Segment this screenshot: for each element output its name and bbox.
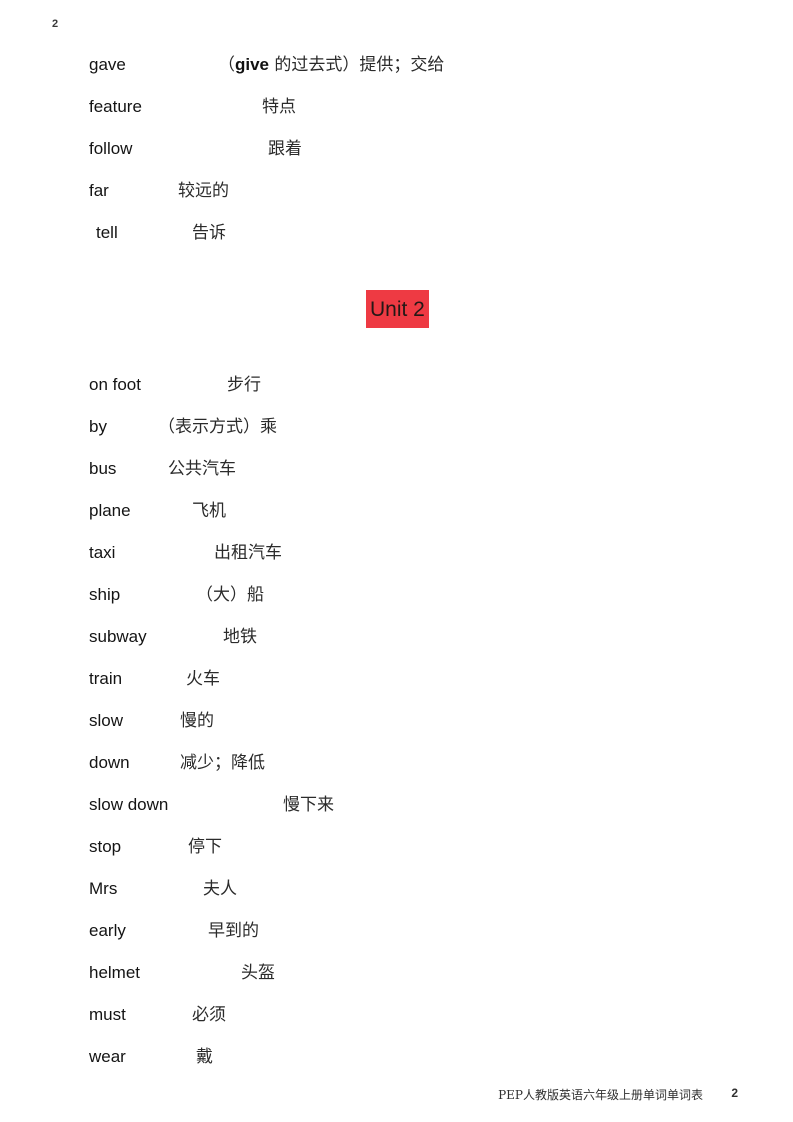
entry-gloss: 戴 [196, 1047, 213, 1067]
unit2-entry-list: on foot 步行 by （表示方式）乘 bus 公共汽车 plane 飞机 taxi 出租汽车… [0, 364, 793, 1078]
vocabulary-entry: slow 慢的 [0, 700, 793, 742]
entry-gloss: 必须 [192, 1005, 226, 1025]
entry-gloss-english: give [235, 55, 270, 74]
entry-term: Mrs [89, 879, 118, 898]
entry-term: plane [89, 501, 131, 520]
entry-term: feature [89, 97, 142, 116]
vocabulary-entry: train 火车 [0, 658, 793, 700]
entry-gloss: 停下 [188, 837, 222, 857]
entry-gloss: 飞机 [192, 501, 226, 521]
page-footer: PEP人教版英语六年级上册单词单词表 2 [0, 1086, 793, 1106]
vocabulary-entry: subway 地铁 [0, 616, 793, 658]
vocabulary-entry: by （表示方式）乘 [0, 406, 793, 448]
entry-gloss: 慢的 [180, 711, 214, 731]
vocabulary-entry: bus 公共汽车 [0, 448, 793, 490]
entry-term: on foot [89, 375, 141, 394]
vocabulary-entry: must 必须 [0, 994, 793, 1036]
vocabulary-entry: feature 特点 [0, 86, 793, 128]
entry-term: helmet [89, 963, 141, 982]
vocabulary-entry: gave （give 的过去式）提供；交给 [0, 44, 793, 86]
entry-gloss: 夫人 [203, 879, 237, 899]
entry-term: wear [89, 1047, 126, 1066]
entry-term: far [89, 181, 109, 200]
entry-gloss: （大）船 [196, 585, 264, 605]
vocabulary-entry: wear 戴 [0, 1036, 793, 1078]
footer-page-number: 2 [731, 1086, 738, 1100]
vocabulary-entry: stop 停下 [0, 826, 793, 868]
vocabulary-entry: helmet 头盔 [0, 952, 793, 994]
entry-gloss: 慢下来 [283, 795, 334, 815]
vocabulary-entry: taxi 出租汽车 [0, 532, 793, 574]
vocabulary-entry: down 减少；降低 [0, 742, 793, 784]
entry-gloss: 减少；降低 [180, 753, 265, 773]
vocabulary-entry: early 早到的 [0, 910, 793, 952]
entry-gloss: 火车 [186, 669, 220, 689]
entry-term: train [89, 669, 123, 688]
entry-term: gave [89, 55, 126, 74]
entry-term: down [89, 753, 130, 772]
entry-term: must [89, 1005, 126, 1024]
entry-term: by [89, 417, 107, 436]
entry-term: stop [89, 837, 122, 856]
entry-term: bus [89, 459, 117, 478]
vocabulary-entry: tell 告诉 [0, 212, 793, 254]
entry-gloss: 步行 [227, 375, 261, 395]
vocabulary-entry: ship （大）船 [0, 574, 793, 616]
entry-term: ship [89, 585, 121, 604]
entry-gloss: 地铁 [223, 627, 257, 647]
document-page: 2 gave （give 的过去式）提供；交给 feature 特点 follow 跟着 f… [0, 0, 793, 1122]
previous-unit-entry-list: gave （give 的过去式）提供；交给 feature 特点 follow 跟着 far… [0, 44, 793, 254]
entry-gloss: 早到的 [208, 921, 259, 941]
vocabulary-content: gave （give 的过去式）提供；交给 feature 特点 follow 跟着 far… [0, 44, 793, 1078]
vocabulary-entry: Mrs 夫人 [0, 868, 793, 910]
entry-gloss: （give 的过去式）提供；交给 [218, 55, 445, 75]
page-marker: 2 [52, 18, 59, 30]
entry-gloss: 较远的 [178, 181, 229, 201]
vocabulary-entry: on foot 步行 [0, 364, 793, 406]
entry-term: slow [89, 711, 124, 730]
entry-term: subway [89, 627, 147, 646]
vocabulary-entry: far 较远的 [0, 170, 793, 212]
entry-term: follow [89, 139, 133, 158]
entry-gloss: 公共汽车 [168, 459, 236, 479]
vocabulary-entry: plane 飞机 [0, 490, 793, 532]
entry-term: taxi [89, 543, 116, 562]
footer-title: PEP人教版英语六年级上册单词单词表 [498, 1088, 703, 1102]
unit-heading-block: Unit 2 [0, 254, 793, 364]
entry-gloss: 告诉 [192, 223, 226, 243]
entry-gloss: 头盔 [241, 963, 275, 983]
vocabulary-entry: follow 跟着 [0, 128, 793, 170]
entry-term: tell [96, 223, 118, 242]
entry-gloss: 出租汽车 [214, 543, 282, 563]
unit-heading: Unit 2 [366, 290, 429, 328]
entry-gloss: （表示方式）乘 [158, 417, 277, 437]
entry-term: slow down [89, 795, 169, 814]
entry-gloss: 跟着 [268, 139, 302, 159]
vocabulary-entry: slow down 慢下来 [0, 784, 793, 826]
entry-gloss: 特点 [262, 97, 296, 117]
entry-term: early [89, 921, 126, 940]
